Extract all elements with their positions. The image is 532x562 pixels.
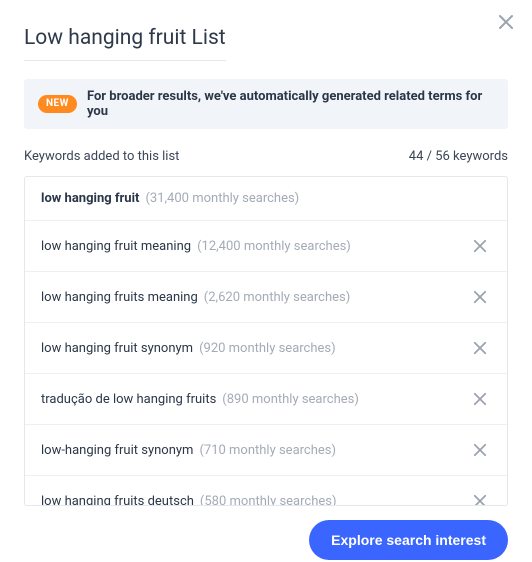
modal-footer: Explore search interest — [24, 506, 508, 562]
keyword-label: low hanging fruits meaning (2,620 monthly… — [41, 290, 350, 305]
keyword-row: low hanging fruits deutsch (580 monthly s… — [25, 476, 507, 505]
keyword-label: low hanging fruits deutsch (580 monthly s… — [41, 494, 337, 506]
keyword-meta: (890 monthly searches) — [222, 392, 359, 407]
keyword-meta: (12,400 monthly searches) — [197, 239, 351, 254]
close-button[interactable] — [492, 8, 520, 36]
keyword-label: low-hanging fruit synonym (710 monthly se… — [41, 443, 336, 458]
remove-keyword-button[interactable] — [469, 235, 491, 257]
keyword-meta: (580 monthly searches) — [200, 494, 337, 506]
keyword-label: low hanging fruit meaning (12,400 monthly… — [41, 239, 351, 254]
keyword-term: low hanging fruits meaning — [41, 290, 198, 305]
close-icon — [498, 14, 514, 30]
remove-icon — [473, 290, 487, 304]
keyword-label: low hanging fruit synonym (920 monthly se… — [41, 341, 336, 356]
remove-icon — [473, 392, 487, 406]
keyword-term: low hanging fruit meaning — [41, 239, 191, 254]
remove-icon — [473, 494, 487, 505]
remove-icon — [473, 443, 487, 457]
remove-keyword-button[interactable] — [469, 388, 491, 410]
remove-keyword-button[interactable] — [469, 286, 491, 308]
remove-keyword-button[interactable] — [469, 337, 491, 359]
keyword-row: low hanging fruit meaning (12,400 monthly… — [25, 221, 507, 272]
keyword-label: tradução de low hanging fruits (890 month… — [41, 392, 359, 407]
keyword-row: low-hanging fruit synonym (710 monthly se… — [25, 425, 507, 476]
info-banner: NEW For broader results, we've automatic… — [24, 79, 508, 129]
remove-keyword-button[interactable] — [469, 490, 491, 505]
keyword-row: low hanging fruit (31,400 monthly searche… — [25, 177, 507, 221]
keyword-term: low hanging fruits deutsch — [41, 494, 194, 506]
keyword-row: low hanging fruits meaning (2,620 monthly… — [25, 272, 507, 323]
keyword-list-modal: Low hanging fruit List NEW For broader r… — [0, 0, 532, 562]
remove-keyword-button[interactable] — [469, 439, 491, 461]
explore-button[interactable]: Explore search interest — [309, 520, 508, 560]
keyword-term: low hanging fruit — [41, 191, 139, 206]
remove-icon — [473, 239, 487, 253]
counts-row: Keywords added to this list 44 / 56 keyw… — [24, 149, 508, 164]
keyword-row: tradução de low hanging fruits (890 month… — [25, 374, 507, 425]
keyword-term: low hanging fruit synonym — [41, 341, 193, 356]
keyword-row: low hanging fruit synonym (920 monthly se… — [25, 323, 507, 374]
keyword-label: low hanging fruit (31,400 monthly searche… — [41, 191, 299, 206]
remove-icon — [473, 341, 487, 355]
keyword-list-scroll[interactable]: low hanging fruit (31,400 monthly searche… — [25, 177, 507, 505]
new-badge: NEW — [38, 95, 77, 113]
keyword-meta: (920 monthly searches) — [199, 341, 336, 356]
keyword-list: low hanging fruit (31,400 monthly searche… — [24, 176, 508, 506]
keyword-meta: (2,620 monthly searches) — [204, 290, 350, 305]
keyword-meta: (710 monthly searches) — [199, 443, 336, 458]
banner-text: For broader results, we've automatically… — [87, 89, 494, 119]
modal-title: Low hanging fruit List — [24, 20, 226, 61]
counts-label: Keywords added to this list — [24, 149, 179, 164]
counts-value: 44 / 56 keywords — [409, 149, 508, 164]
keyword-meta: (31,400 monthly searches) — [145, 191, 299, 206]
keyword-term: tradução de low hanging fruits — [41, 392, 216, 407]
keyword-term: low-hanging fruit synonym — [41, 443, 193, 458]
